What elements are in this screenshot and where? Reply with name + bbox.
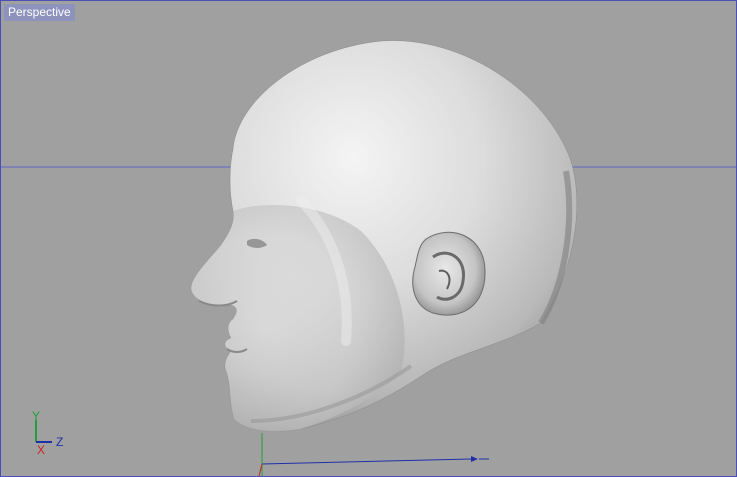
head-model[interactable] [190, 40, 578, 432]
ear-feature [412, 231, 486, 316]
axis-gizmo: Y Z X [32, 409, 63, 457]
viewport-title-label[interactable]: Perspective [4, 4, 75, 21]
world-x-axis-arrow [471, 456, 478, 462]
world-origin-axes [258, 433, 489, 476]
gizmo-y-label: Y [32, 409, 40, 423]
gizmo-z-label: Z [56, 435, 63, 449]
perspective-viewport[interactable]: Y Z X Perspective [0, 0, 737, 477]
world-x-axis-line [261, 458, 472, 465]
viewport-scene: Y Z X [1, 40, 736, 476]
gizmo-x-label: X [37, 443, 45, 457]
